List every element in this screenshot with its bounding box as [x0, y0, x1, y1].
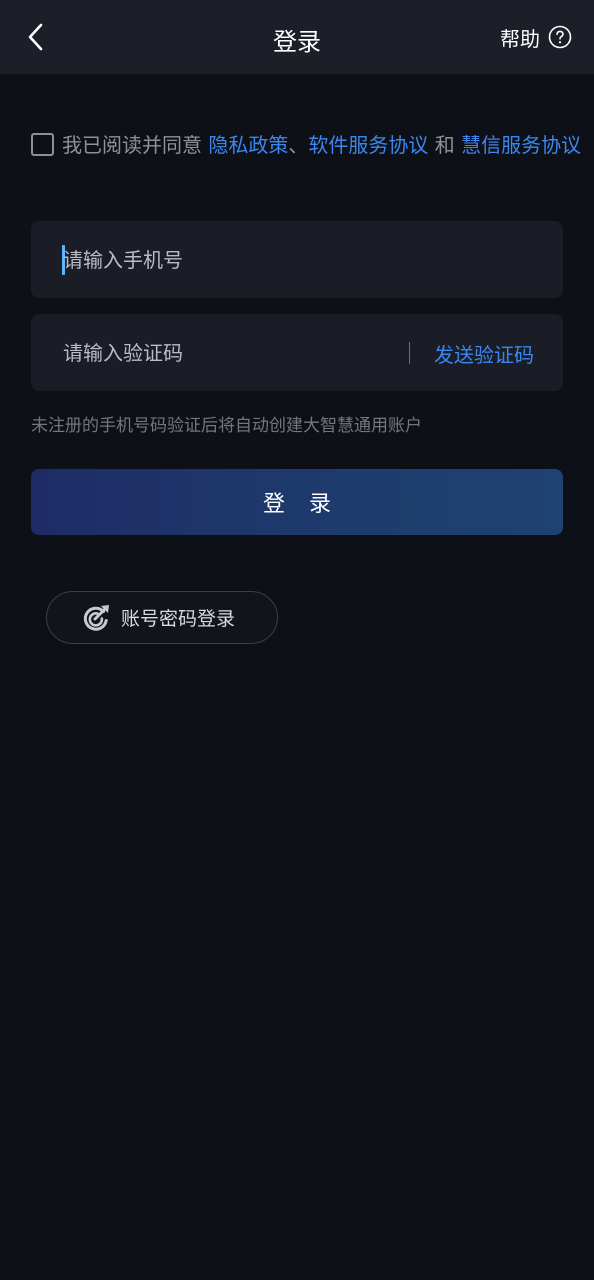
question-circle-icon	[548, 25, 572, 49]
help-label: 帮助	[500, 26, 540, 51]
password-login-label: 账号密码登录	[121, 608, 236, 630]
send-code-button[interactable]: 发送验证码	[434, 339, 534, 368]
huixin-service-agreement-link[interactable]: 慧信服务协议	[461, 133, 581, 157]
auto-register-hint: 未注册的手机号码验证后将自动创建大智慧通用账户	[31, 416, 422, 436]
phone-input[interactable]	[63, 221, 393, 298]
header-bar: 登录 帮助	[0, 0, 594, 74]
password-login-button[interactable]: 账号密码登录	[46, 591, 278, 644]
arrow-target-icon	[83, 604, 109, 631]
login-button[interactable]: 登录	[31, 469, 563, 535]
help-button[interactable]: 帮助	[500, 22, 572, 52]
login-page: 登录 帮助 我已阅读并同意 隐私政策、软件服务协议 和 慧信服务协议 发送验证码…	[0, 0, 594, 1280]
agreement-conjunction: 和	[428, 133, 462, 157]
agreement-separator: 、	[288, 133, 309, 157]
code-field-container: 发送验证码	[31, 314, 563, 391]
verification-code-input[interactable]	[63, 314, 393, 391]
agreement-prefix: 我已阅读并同意	[62, 133, 209, 157]
field-divider	[409, 342, 410, 364]
privacy-policy-link[interactable]: 隐私政策	[208, 133, 288, 157]
agree-checkbox[interactable]	[31, 133, 54, 156]
phone-field-container	[31, 221, 563, 298]
agreement-text: 我已阅读并同意 隐私政策、软件服务协议 和 慧信服务协议	[62, 130, 582, 161]
software-service-agreement-link[interactable]: 软件服务协议	[308, 133, 428, 157]
